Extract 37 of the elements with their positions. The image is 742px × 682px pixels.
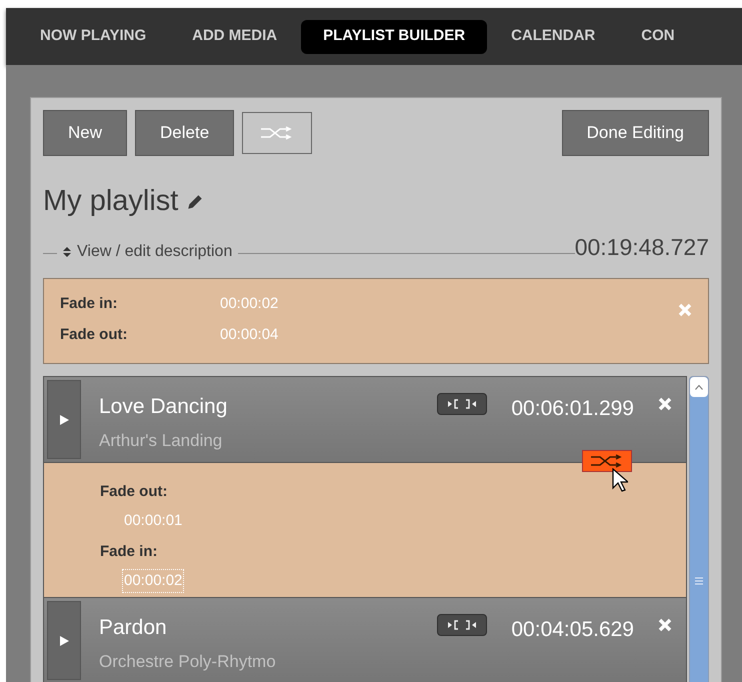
nav-tab[interactable]: PLAYLIST BUILDER	[301, 20, 488, 54]
total-duration: 00:19:48.727	[574, 232, 709, 262]
scrollbar[interactable]	[689, 376, 709, 682]
play-icon	[59, 636, 69, 646]
description-toggle[interactable]: View / edit description	[57, 240, 238, 264]
toolbar-button[interactable]: Delete	[135, 110, 234, 156]
track-title: Love Dancing	[99, 394, 228, 420]
track-duration: 00:06:01.299	[511, 396, 634, 422]
track-title: Pardon	[99, 615, 168, 641]
scroll-up-button[interactable]	[690, 377, 708, 397]
crossfade-button[interactable]	[582, 450, 632, 472]
nav-tab[interactable]: ADD MEDIA	[170, 20, 300, 54]
nav-tab[interactable]: NOW PLAYING	[18, 20, 168, 54]
pencil-icon[interactable]	[186, 192, 204, 211]
fade-label: Fade in:	[100, 542, 158, 562]
toolbar-button[interactable]: New	[43, 110, 128, 156]
cue-points-button[interactable]	[437, 393, 488, 415]
nav-tab[interactable]: CON	[619, 20, 697, 54]
remove-icon[interactable]	[658, 618, 672, 632]
play-icon	[59, 414, 69, 424]
done-editing-button[interactable]: Done Editing	[562, 110, 709, 156]
track-duration: 00:04:05.629	[511, 617, 634, 643]
grip-icon	[695, 577, 703, 585]
sort-arrows-icon	[63, 247, 71, 257]
fade-label: Fade in:	[60, 294, 119, 314]
fade-label: Fade out:	[60, 324, 128, 344]
track-artist: Orchestre Poly-Rhytmo	[99, 650, 276, 672]
nav-tab[interactable]: CALENDAR	[489, 20, 618, 54]
cue-points-button[interactable]	[437, 614, 488, 636]
fade-label: Fade out:	[100, 482, 168, 502]
crossfade-icon	[590, 454, 624, 468]
caret-up-icon	[695, 384, 703, 390]
playlist-title: My playlist	[43, 184, 178, 219]
mouse-cursor-icon	[612, 468, 628, 492]
track-artist: Arthur's Landing	[99, 430, 224, 452]
remove-icon[interactable]	[658, 397, 672, 411]
shuffle-button[interactable]	[242, 112, 312, 154]
